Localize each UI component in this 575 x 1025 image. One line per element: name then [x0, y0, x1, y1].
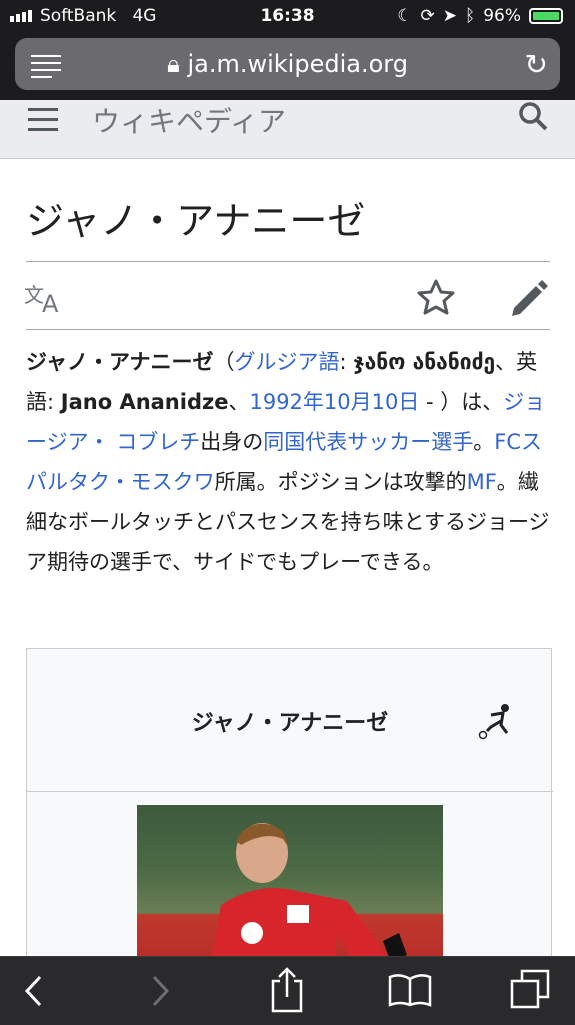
- subject-name: ジャノ・アナニーゼ: [26, 350, 214, 374]
- football-player-icon: [477, 701, 517, 745]
- svg-text:文: 文: [24, 283, 44, 307]
- georgian-name: ჯანო ანანიძე: [353, 350, 496, 374]
- bluetooth-icon: ᛒ: [465, 6, 476, 26]
- rotation-lock-icon: ⟳: [420, 6, 435, 26]
- infobox-divider: [27, 791, 553, 792]
- url-text: ja.m.wikipedia.org: [187, 50, 408, 78]
- text-fragment: 。: [473, 430, 495, 454]
- reload-icon[interactable]: ↻: [525, 48, 548, 81]
- status-right: ☾ ⟳ ➤ ᛒ 96%: [397, 6, 563, 26]
- link-birthdate[interactable]: 1992年10月10日: [249, 390, 419, 414]
- search-icon[interactable]: [517, 100, 549, 136]
- actions-divider: [26, 329, 550, 330]
- wiki-header: ウィキペディア: [0, 100, 575, 159]
- infobox: ジャノ・アナニーゼ: [26, 648, 553, 985]
- forward-icon[interactable]: [150, 975, 170, 1011]
- battery-icon: [529, 8, 563, 24]
- text-fragment: 出身の: [200, 430, 264, 454]
- text-fragment: （: [213, 350, 235, 374]
- bottom-toolbar: [0, 956, 575, 1025]
- browser-chrome: 🔒︎ ja.m.wikipedia.org ↻: [0, 32, 575, 108]
- address-bar[interactable]: 🔒︎ ja.m.wikipedia.org ↻: [15, 38, 560, 90]
- text-fragment: 所属。ポジションは攻撃的: [214, 470, 467, 494]
- moon-icon: ☾: [397, 6, 413, 26]
- tabs-icon[interactable]: [510, 969, 550, 1013]
- share-icon[interactable]: [270, 967, 304, 1017]
- lock-icon: 🔒︎: [167, 50, 180, 78]
- text-fragment: 、: [228, 390, 250, 414]
- url-display[interactable]: 🔒︎ ja.m.wikipedia.org: [15, 50, 560, 78]
- edit-pencil-icon[interactable]: [508, 278, 550, 320]
- title-divider: [26, 261, 550, 262]
- location-icon: ➤: [442, 6, 457, 26]
- watch-star-icon[interactable]: [416, 278, 456, 320]
- menu-icon[interactable]: [28, 108, 58, 138]
- link-mf[interactable]: MF: [467, 470, 497, 494]
- battery-percent: 96%: [483, 6, 521, 26]
- language-icon[interactable]: 文 A: [24, 280, 68, 320]
- wiki-brand[interactable]: ウィキペディア: [92, 100, 286, 140]
- link-georgian-language[interactable]: グルジア語: [235, 350, 340, 374]
- lead-paragraph: ジャノ・アナニーゼ（グルジア語: ჯანო ანანიძე、英語: Jano A…: [26, 350, 550, 574]
- svg-text:A: A: [42, 290, 59, 316]
- text-fragment: - ）は、: [419, 390, 504, 414]
- bookmarks-icon[interactable]: [388, 973, 432, 1011]
- link-national-team[interactable]: 同国代表サッカー選手: [263, 430, 473, 454]
- page-title: ジャノ・アナニーゼ: [26, 199, 366, 243]
- infobox-title: ジャノ・アナニーゼ: [191, 711, 389, 736]
- back-icon[interactable]: [24, 975, 44, 1011]
- english-name: Jano Ananidze: [60, 390, 229, 414]
- status-bar: SoftBank 4G 16:38 ☾ ⟳ ➤ ᛒ 96%: [0, 0, 575, 32]
